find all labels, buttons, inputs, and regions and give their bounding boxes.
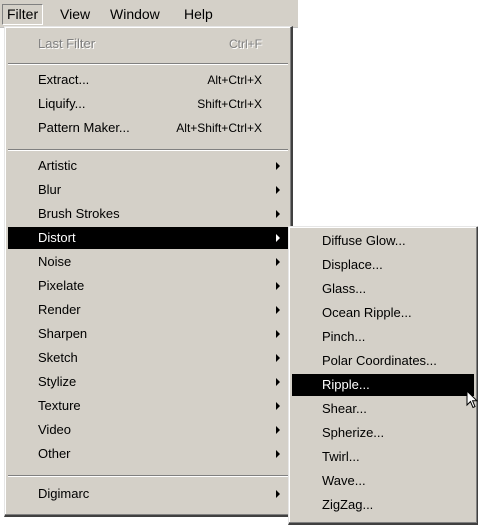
menu-item-extract[interactable]: Extract... Alt+Ctrl+X bbox=[8, 69, 288, 91]
menu-item-label: Digimarc bbox=[38, 486, 90, 501]
menu-item-sketch[interactable]: Sketch bbox=[8, 347, 288, 369]
submenu-item-wave[interactable]: Wave... bbox=[292, 470, 474, 492]
menu-item-noise[interactable]: Noise bbox=[8, 251, 288, 273]
menu-item-sharpen[interactable]: Sharpen bbox=[8, 323, 288, 345]
menu-item-stylize[interactable]: Stylize bbox=[8, 371, 288, 393]
filter-menu: Last Filter Ctrl+F Extract... Alt+Ctrl+X… bbox=[4, 26, 293, 517]
submenu-item-ripple[interactable]: Ripple... bbox=[292, 374, 474, 396]
menu-item-shortcut: Ctrl+F bbox=[229, 37, 262, 51]
menu-separator bbox=[8, 149, 288, 151]
menu-item-label: Ripple... bbox=[322, 377, 370, 392]
menu-item-label: ZigZag... bbox=[322, 497, 374, 512]
submenu-arrow-icon bbox=[276, 378, 280, 386]
menu-separator bbox=[8, 475, 288, 477]
menu-help[interactable]: Help bbox=[180, 5, 217, 24]
menu-item-label: Noise bbox=[38, 254, 72, 269]
menu-bar: Filter View Window Help bbox=[0, 0, 298, 28]
submenu-arrow-icon bbox=[276, 402, 280, 410]
menu-item-video[interactable]: Video bbox=[8, 419, 288, 441]
submenu-arrow-icon bbox=[276, 450, 280, 458]
menu-item-label: Twirl... bbox=[322, 449, 360, 464]
menu-item-label: Shear... bbox=[322, 401, 367, 416]
submenu-arrow-icon bbox=[276, 162, 280, 170]
menu-item-label: Polar Coordinates... bbox=[322, 353, 437, 368]
menu-item-shortcut: Alt+Shift+Ctrl+X bbox=[176, 121, 262, 135]
submenu-arrow-icon bbox=[276, 234, 280, 242]
submenu-item-diffuse-glow[interactable]: Diffuse Glow... bbox=[292, 230, 474, 252]
menu-item-label: Sketch bbox=[38, 350, 78, 365]
mouse-pointer-icon bbox=[466, 390, 478, 409]
submenu-arrow-icon bbox=[276, 354, 280, 362]
menu-item-liquify[interactable]: Liquify... Shift+Ctrl+X bbox=[8, 93, 288, 115]
submenu-item-spherize[interactable]: Spherize... bbox=[292, 422, 474, 444]
menu-filter[interactable]: Filter bbox=[2, 4, 44, 25]
submenu-item-displace[interactable]: Displace... bbox=[292, 254, 474, 276]
submenu-arrow-icon bbox=[276, 282, 280, 290]
menu-item-digimarc[interactable]: Digimarc bbox=[8, 483, 288, 505]
menu-item-shortcut: Alt+Ctrl+X bbox=[207, 73, 262, 87]
submenu-item-shear[interactable]: Shear... bbox=[292, 398, 474, 420]
menu-item-artistic[interactable]: Artistic bbox=[8, 155, 288, 177]
menu-item-label: Wave... bbox=[322, 473, 366, 488]
submenu-item-pinch[interactable]: Pinch... bbox=[292, 326, 474, 348]
submenu-arrow-icon bbox=[276, 330, 280, 338]
submenu-item-zigzag[interactable]: ZigZag... bbox=[292, 494, 474, 516]
menu-item-render[interactable]: Render bbox=[8, 299, 288, 321]
submenu-arrow-icon bbox=[276, 306, 280, 314]
menu-separator bbox=[8, 63, 288, 65]
menu-item-label: Extract... bbox=[38, 72, 90, 87]
menu-item-label: Blur bbox=[38, 182, 62, 197]
submenu-arrow-icon bbox=[276, 258, 280, 266]
menu-item-label: Ocean Ripple... bbox=[322, 305, 412, 320]
menu-item-brush-strokes[interactable]: Brush Strokes bbox=[8, 203, 288, 225]
menu-item-blur[interactable]: Blur bbox=[8, 179, 288, 201]
menu-item-label: Last Filter bbox=[38, 36, 96, 51]
menu-window[interactable]: Window bbox=[106, 5, 164, 24]
menu-item-label: Liquify... bbox=[38, 96, 86, 111]
menu-item-pixelate[interactable]: Pixelate bbox=[8, 275, 288, 297]
menu-item-distort[interactable]: Distort bbox=[8, 227, 288, 249]
distort-submenu: Diffuse Glow... Displace... Glass... Oce… bbox=[288, 226, 478, 525]
submenu-item-twirl[interactable]: Twirl... bbox=[292, 446, 474, 468]
menu-item-label: Texture bbox=[38, 398, 81, 413]
menu-item-label: Distort bbox=[38, 230, 76, 245]
menu-item-label: Displace... bbox=[322, 257, 383, 272]
submenu-item-ocean-ripple[interactable]: Ocean Ripple... bbox=[292, 302, 474, 324]
menu-item-label: Sharpen bbox=[38, 326, 88, 341]
menu-item-label: Other bbox=[38, 446, 71, 461]
submenu-item-polar-coordinates[interactable]: Polar Coordinates... bbox=[292, 350, 474, 372]
menu-item-label: Artistic bbox=[38, 158, 77, 173]
submenu-arrow-icon bbox=[276, 186, 280, 194]
menu-item-label: Video bbox=[38, 422, 72, 437]
menu-item-texture[interactable]: Texture bbox=[8, 395, 288, 417]
menu-item-pattern-maker[interactable]: Pattern Maker... Alt+Shift+Ctrl+X bbox=[8, 117, 288, 139]
menu-item-label: Render bbox=[38, 302, 81, 317]
menu-item-label: Pinch... bbox=[322, 329, 366, 344]
menu-item-label: Pattern Maker... bbox=[38, 120, 130, 135]
menu-item-label: Diffuse Glow... bbox=[322, 233, 406, 248]
menu-item-label: Brush Strokes bbox=[38, 206, 120, 221]
submenu-arrow-icon bbox=[276, 426, 280, 434]
menu-item-label: Glass... bbox=[322, 281, 367, 296]
menu-item-other[interactable]: Other bbox=[8, 443, 288, 465]
submenu-arrow-icon bbox=[276, 210, 280, 218]
menu-item-shortcut: Shift+Ctrl+X bbox=[197, 97, 262, 111]
menu-item-label: Stylize bbox=[38, 374, 77, 389]
submenu-item-glass[interactable]: Glass... bbox=[292, 278, 474, 300]
menu-view[interactable]: View bbox=[56, 5, 94, 24]
menu-item-label: Pixelate bbox=[38, 278, 85, 293]
submenu-arrow-icon bbox=[276, 490, 280, 498]
menu-item-label: Spherize... bbox=[322, 425, 385, 440]
menu-item-last-filter: Last Filter Ctrl+F bbox=[8, 33, 288, 55]
